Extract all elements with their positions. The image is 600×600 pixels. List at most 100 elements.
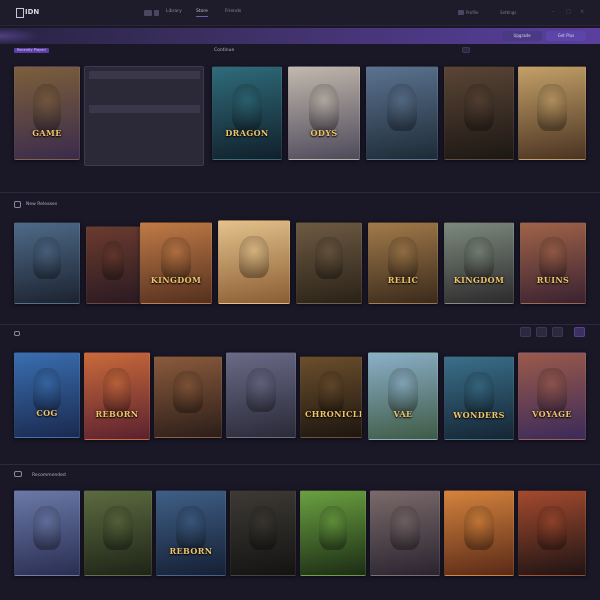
card-artwork [232,83,262,132]
game-card[interactable]: VOYAGE [518,352,586,440]
card-title: GAME [32,127,62,138]
game-card[interactable] [218,220,290,304]
card-title: DRAGON [225,127,269,138]
grid-view-button[interactable] [520,327,531,337]
card-title: COG [36,407,58,418]
notification-icon[interactable] [458,10,464,15]
game-card[interactable] [14,222,80,304]
game-card[interactable] [300,490,366,576]
section-tag-recent[interactable]: Recently Played [14,48,49,53]
card-artwork [160,237,192,279]
game-card[interactable] [518,490,586,576]
game-card[interactable]: GAME [14,66,80,160]
nav-friends[interactable]: Friends [225,9,241,14]
game-card[interactable]: RELIC [368,222,438,304]
card-artwork [32,83,62,132]
game-card[interactable]: WONDERS [444,356,514,440]
game-card[interactable]: RUINS [520,222,586,304]
game-card[interactable] [84,490,152,576]
close-button[interactable]: × [580,9,584,15]
profile-link[interactable]: Profile [466,10,478,15]
game-card[interactable] [518,66,586,160]
forward-icon[interactable] [154,10,159,16]
game-card[interactable] [86,226,140,304]
logo-text: IDN [25,8,40,16]
card-artwork [32,368,62,412]
card-artwork [238,235,270,279]
card-artwork [464,506,494,550]
card-artwork [537,506,567,550]
card-artwork [390,506,420,550]
game-card[interactable]: DRAGON [212,66,282,160]
promo-banner: Upgrade Get Plus [0,28,600,44]
section-title-recommended: Recommended [32,473,66,478]
card-title: REBORN [169,545,213,556]
game-card[interactable] [230,490,296,576]
card-artwork [464,371,494,415]
section-divider [0,192,600,193]
upgrade-button[interactable]: Upgrade [502,31,542,41]
recommended-icon [14,471,22,477]
card-artwork [101,240,125,281]
card-artwork [388,368,418,414]
card-artwork [308,83,340,132]
new-releases-icon [14,201,21,208]
game-card[interactable]: COG [14,352,80,438]
back-icon[interactable] [144,10,152,16]
card-artwork [317,371,345,413]
card-artwork [537,83,567,132]
game-details-panel [84,66,204,166]
game-card[interactable]: KINGDOM [444,222,514,304]
game-card[interactable] [366,66,438,160]
banner-glow [0,28,40,44]
card-artwork [246,368,276,412]
card-title: WONDERS [453,410,505,421]
filter-icon[interactable] [462,47,470,53]
section-title-new: New Releases [26,202,58,207]
app-logo[interactable]: IDN [16,8,40,19]
game-card[interactable]: ODYS [288,66,360,160]
top-bar: IDN Library Store Friends Profile Settin… [0,0,600,26]
filter-button[interactable] [574,327,585,337]
card-title: RUINS [536,274,570,285]
maximize-button[interactable]: □ [566,9,571,15]
settings-link[interactable]: Settings [500,10,516,15]
logo-icon [16,8,24,18]
game-card[interactable]: CHRONICLE [300,356,362,438]
card-artwork [538,237,568,279]
game-card[interactable]: KINGDOM [140,222,212,304]
get-plus-button[interactable]: Get Plus [546,31,586,41]
card-artwork [173,371,203,413]
section-divider [0,464,600,465]
list-view-button[interactable] [536,327,547,337]
card-artwork [32,506,62,550]
game-card[interactable]: VAE [368,352,438,440]
game-card[interactable] [14,490,80,576]
card-artwork [103,506,133,550]
sort-button[interactable] [552,327,563,337]
card-artwork [464,83,494,132]
game-card[interactable] [370,490,440,576]
minimize-button[interactable]: – [552,9,555,15]
card-title: KINGDOM [150,274,202,285]
game-card[interactable] [154,356,222,438]
card-title: RELIC [387,274,419,285]
game-card[interactable] [296,222,362,304]
nav-library[interactable]: Library [166,9,182,14]
section-title-continue: Continue [214,48,235,53]
card-artwork [176,506,206,550]
section-divider [0,324,600,325]
game-card[interactable] [226,352,296,438]
category-icon [14,331,20,336]
card-title: CHRONICLE [305,408,362,419]
card-artwork [314,237,344,279]
card-title: KINGDOM [453,274,505,285]
nav-store[interactable]: Store [196,9,208,17]
game-card[interactable] [444,490,514,576]
card-artwork [464,237,494,279]
card-artwork [32,237,62,279]
game-card[interactable]: REBORN [84,352,150,440]
card-artwork [537,368,567,414]
game-card[interactable]: REBORN [156,490,226,576]
game-card[interactable] [444,66,514,160]
